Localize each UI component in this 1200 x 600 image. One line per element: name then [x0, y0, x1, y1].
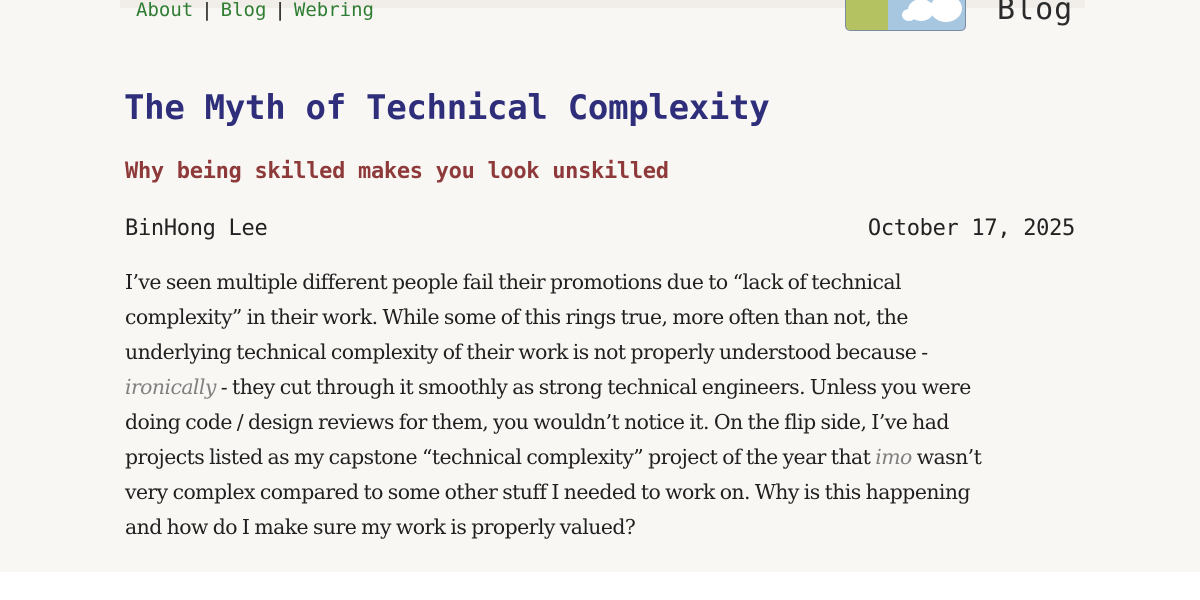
article-date: October 17, 2025: [867, 216, 1075, 241]
blog-page: About | Blog | Webring Blog The Myth of Tech…: [0, 0, 1200, 572]
blog-logo-icon[interactable]: [845, 0, 966, 31]
line-text: wasn’t: [911, 445, 982, 469]
paragraph-line: and how do I make sure my work is proper…: [125, 515, 636, 539]
line-text: projects listed as my capstone “technica…: [125, 445, 876, 469]
paragraph-line: I’ve seen multiple different people fail…: [125, 270, 901, 294]
blog-title[interactable]: Blog: [997, 0, 1073, 30]
article-meta: BinHong Lee October 17, 2025: [125, 214, 1075, 244]
emphasis-text: imo: [875, 445, 912, 469]
nav-separator: |: [201, 0, 213, 21]
article-paragraph: I’ve seen multiple different people fail…: [125, 265, 1085, 545]
top-nav: About | Blog | Webring: [136, 0, 374, 23]
nav-link-webring[interactable]: Webring: [294, 0, 374, 21]
line-text: - they cut through it smoothly as strong…: [215, 375, 972, 399]
article-author: BinHong Lee: [125, 216, 268, 241]
emphasis-text: ironically: [125, 375, 216, 399]
nav-link-blog[interactable]: Blog: [221, 0, 267, 21]
paragraph-line: very complex compared to some other stuf…: [125, 480, 971, 504]
paragraph-line: ironically - they cut through it smoothl…: [125, 370, 1085, 405]
article-subtitle: Why being skilled makes you look unskill…: [125, 159, 669, 184]
paragraph-line: doing code / design reviews for them, yo…: [125, 410, 949, 434]
logo-green-panel: [846, 0, 888, 30]
nav-separator: |: [274, 0, 286, 21]
article-title: The Myth of Technical Complexity: [124, 88, 770, 128]
nav-link-about[interactable]: About: [136, 0, 193, 21]
paragraph-line: underlying technical complexity of their…: [125, 340, 928, 364]
logo-cloud-shape: [930, 0, 962, 22]
paragraph-line: complexity” in their work. While some of…: [125, 305, 908, 329]
logo-cloud-shape: [902, 9, 916, 21]
paragraph-line: projects listed as my capstone “technica…: [125, 440, 1085, 475]
